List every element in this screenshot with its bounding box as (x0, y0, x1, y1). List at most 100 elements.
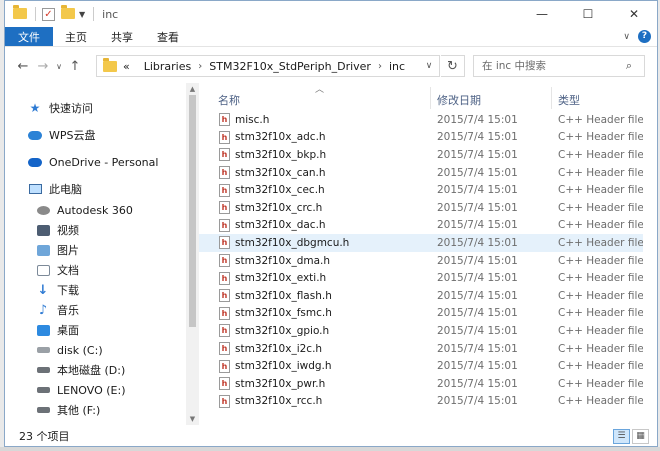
chevron-right-icon[interactable]: › (378, 61, 382, 72)
file-name: stm32f10x_iwdg.h (235, 360, 332, 373)
file-type: C++ Header file (558, 131, 643, 144)
header-file-icon: h (219, 377, 230, 391)
file-type: C++ Header file (558, 342, 643, 355)
file-name: stm32f10x_dbgmcu.h (235, 236, 350, 249)
sidebar-item-label: 桌面 (57, 324, 79, 337)
table-row[interactable]: h stm32f10x_i2c.h 2015/7/4 15:01 C++ Header… (199, 340, 643, 358)
details-view-icon[interactable]: ☰ (613, 428, 630, 444)
header-file-icon: h (219, 306, 230, 320)
table-row[interactable]: h stm32f10x_gpio.h 2015/7/4 15:01 C++ Heade… (199, 322, 643, 340)
pictures-icon (35, 242, 51, 258)
sidebar-item-drive-c[interactable]: disk (C:) (35, 340, 103, 360)
table-row[interactable]: h stm32f10x_rcc.h 2015/7/4 15:01 C++ Header… (199, 393, 643, 411)
sidebar-item-documents[interactable]: 文档 (35, 260, 79, 280)
table-row[interactable]: h stm32f10x_fsmc.h 2015/7/4 15:01 C++ Heade… (199, 305, 643, 323)
tab-share[interactable]: 共享 (99, 27, 145, 46)
table-row[interactable]: h stm32f10x_can.h 2015/7/4 15:01 C++ Header… (199, 164, 643, 182)
sidebar-item-pictures[interactable]: 图片 (35, 240, 79, 260)
breadcrumb-libraries[interactable]: Libraries (144, 60, 192, 73)
expand-ribbon-icon[interactable]: ∨ (623, 32, 630, 42)
file-name: stm32f10x_can.h (235, 166, 326, 179)
file-date-modified: 2015/7/4 15:01 (437, 272, 518, 285)
tab-home[interactable]: 主页 (53, 27, 99, 46)
table-row[interactable]: h stm32f10x_bkp.h 2015/7/4 15:01 C++ Header… (199, 146, 643, 164)
new-folder-icon[interactable] (61, 5, 75, 20)
tab-view[interactable]: 查看 (145, 27, 191, 46)
search-icon[interactable]: ⌕ (619, 59, 639, 73)
sidebar-item-wps-cloud[interactable]: WPS云盘 (27, 125, 96, 145)
sidebar-item-drive-d[interactable]: 本地磁盘 (D:) (35, 360, 125, 380)
column-name[interactable]: 名称 (218, 92, 240, 108)
sidebar-item-onedrive[interactable]: OneDrive - Personal (27, 152, 158, 172)
navigation-bar: ← → ∨ ↑ « Libraries › STM32F10x_StdPerip… (5, 50, 657, 82)
pc-icon (27, 181, 43, 197)
minimize-button[interactable]: — (519, 1, 565, 27)
file-name: stm32f10x_i2c.h (235, 342, 323, 355)
navigation-pane: ★ 快速访问 WPS云盘 OneDrive - Personal 此电脑 Aut… (5, 83, 186, 425)
file-name: stm32f10x_dac.h (235, 219, 326, 232)
column-divider[interactable] (430, 87, 431, 109)
file-date-modified: 2015/7/4 15:01 (437, 113, 518, 126)
table-row[interactable]: h stm32f10x_dbgmcu.h 2015/7/4 15:01 C++ Hea… (199, 234, 643, 252)
forward-button[interactable]: → (33, 55, 53, 77)
maximize-button[interactable]: ☐ (565, 1, 611, 27)
address-dropdown-icon[interactable]: ∨ (419, 61, 439, 71)
column-divider[interactable] (551, 87, 552, 109)
breadcrumb-stdperiph-driver[interactable]: STM32F10x_StdPeriph_Driver (209, 60, 371, 73)
table-row[interactable]: h stm32f10x_flash.h 2015/7/4 15:01 C++ Head… (199, 287, 643, 305)
scroll-up-icon[interactable]: ▲ (186, 83, 199, 95)
table-row[interactable]: h stm32f10x_adc.h 2015/7/4 15:01 C++ Header… (199, 129, 643, 147)
scrollbar-thumb[interactable] (189, 95, 196, 327)
header-file-icon: h (219, 113, 230, 127)
table-row[interactable]: h stm32f10x_dac.h 2015/7/4 15:01 C++ Header… (199, 217, 643, 235)
status-bar: 23 个项目 ☰ ▦ (5, 425, 657, 446)
file-date-modified: 2015/7/4 15:01 (437, 131, 518, 144)
header-file-icon: h (219, 271, 230, 285)
search-box: ⌕ (473, 55, 645, 77)
search-input[interactable] (474, 60, 619, 72)
table-row[interactable]: h stm32f10x_dma.h 2015/7/4 15:01 C++ Header… (199, 252, 643, 270)
sidebar-item-desktop[interactable]: 桌面 (35, 320, 79, 340)
documents-icon (35, 262, 51, 278)
address-bar[interactable]: « Libraries › STM32F10x_StdPeriph_Driver… (96, 55, 440, 77)
sidebar-item-quick-access[interactable]: ★ 快速访问 (27, 98, 93, 118)
close-button[interactable]: ✕ (611, 1, 657, 27)
breadcrumb-inc[interactable]: inc (389, 60, 405, 73)
up-button[interactable]: ↑ (65, 55, 85, 77)
sidebar-item-label: 快速访问 (49, 102, 93, 115)
table-row[interactable]: h stm32f10x_pwr.h 2015/7/4 15:01 C++ Header… (199, 375, 643, 393)
download-icon: ↓ (37, 282, 49, 298)
sidebar-item-drive-e[interactable]: LENOVO (E:) (35, 380, 126, 400)
header-file-icon: h (219, 148, 230, 162)
table-row[interactable]: h stm32f10x_crc.h 2015/7/4 15:01 C++ Header… (199, 199, 643, 217)
tab-file[interactable]: 文件 (5, 27, 53, 46)
file-list-scrollbar[interactable] (643, 83, 657, 425)
help-icon[interactable]: ? (638, 30, 651, 43)
table-row[interactable]: h stm32f10x_cec.h 2015/7/4 15:01 C++ Header… (199, 181, 643, 199)
properties-icon[interactable]: ✓ (42, 7, 55, 21)
file-type: C++ Header file (558, 360, 643, 373)
sort-ascending-icon: ︿ (315, 85, 325, 95)
sidebar-item-autodesk-360[interactable]: Autodesk 360 (35, 200, 133, 220)
back-button[interactable]: ← (13, 55, 33, 77)
sidebar-item-downloads[interactable]: ↓ 下载 (35, 280, 79, 300)
scroll-down-icon[interactable]: ▼ (186, 413, 199, 425)
sidebar-scrollbar[interactable]: ▲ ▼ (186, 83, 199, 425)
large-icons-view-icon[interactable]: ▦ (632, 428, 649, 444)
sidebar-item-this-pc[interactable]: 此电脑 (27, 179, 82, 199)
column-type[interactable]: 类型 (558, 92, 580, 108)
breadcrumb-overflow[interactable]: « (123, 60, 130, 73)
recent-locations-button[interactable]: ∨ (53, 55, 65, 77)
divider (35, 7, 36, 21)
table-row[interactable]: h stm32f10x_exti.h 2015/7/4 15:01 C++ Heade… (199, 269, 643, 287)
table-row[interactable]: h misc.h 2015/7/4 15:01 C++ Header file (199, 111, 643, 129)
sidebar-item-videos[interactable]: 视频 (35, 220, 79, 240)
quick-access-dropdown-icon[interactable]: ▼ (79, 10, 85, 19)
chevron-right-icon[interactable]: › (198, 61, 202, 72)
file-date-modified: 2015/7/4 15:01 (437, 360, 518, 373)
column-date-modified[interactable]: 修改日期 (437, 92, 481, 108)
sidebar-item-drive-f[interactable]: 其他 (F:) (35, 400, 100, 420)
refresh-button[interactable]: ↻ (441, 55, 465, 77)
sidebar-item-music[interactable]: ♪ 音乐 (35, 300, 79, 320)
table-row[interactable]: h stm32f10x_iwdg.h 2015/7/4 15:01 C++ Heade… (199, 357, 643, 375)
